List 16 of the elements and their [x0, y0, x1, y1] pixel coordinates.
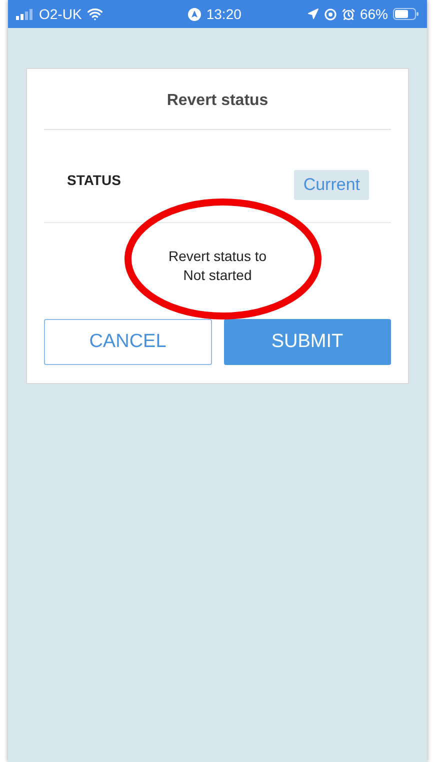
dialog-title: Revert status: [44, 89, 391, 130]
location-icon: [306, 8, 319, 20]
status-badge: Current: [294, 170, 369, 200]
clock-time: 13:20: [206, 4, 242, 24]
submit-button[interactable]: SUBMIT: [224, 319, 391, 365]
battery-icon: [393, 8, 419, 20]
battery-percent: 66%: [360, 4, 388, 24]
carrier-name: O2-UK: [39, 4, 82, 24]
cancel-button[interactable]: CANCEL: [44, 319, 212, 365]
wifi-icon: [86, 6, 103, 22]
status-label: STATUS: [67, 171, 121, 190]
alarm-icon: [342, 8, 355, 20]
signal-icon: [16, 8, 34, 20]
rotation-lock-icon: [324, 8, 337, 20]
navigation-icon: [188, 8, 202, 20]
revert-message: Revert status to Not started: [168, 247, 267, 285]
